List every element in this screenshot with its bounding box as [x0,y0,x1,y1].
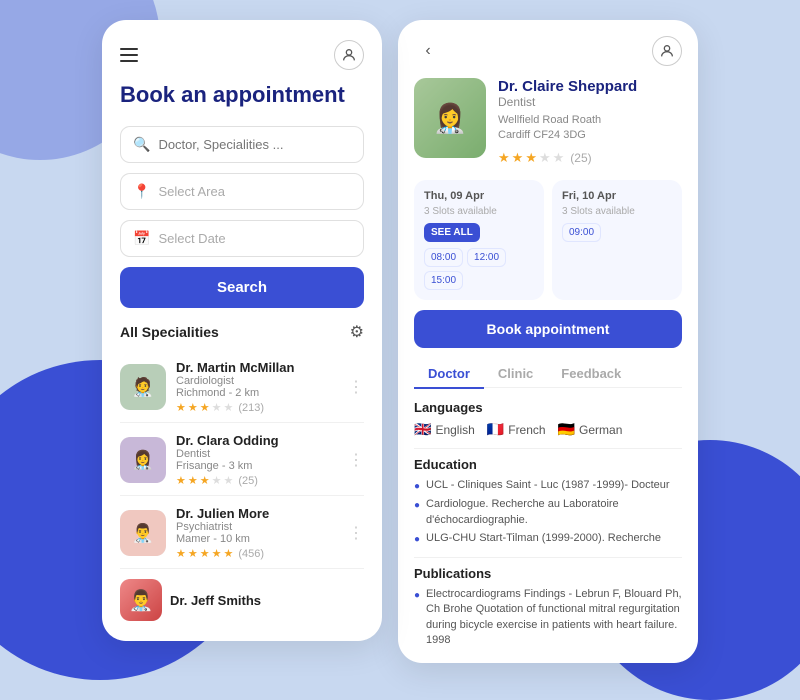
location-icon: 📍 [133,183,150,200]
doctor-rating: ★ ★ ★ ★ ★ (456) [176,547,338,560]
education-item: ● UCL - Cliniques Saint - Luc (1987 -199… [414,478,682,494]
tab-feedback[interactable]: Feedback [547,360,635,389]
specialities-header: All Specialities ⚙ [120,322,364,342]
doctor-name: Dr. Clara Odding [176,433,338,448]
doctor-profile-card: 👩‍⚕️ Dr. Claire Sheppard Dentist Wellfie… [414,78,682,166]
doctor-item[interactable]: 👨‍⚕️ Dr. Julien More Psychiatrist Mamer … [120,498,364,569]
education-list: ● UCL - Cliniques Saint - Luc (1987 -199… [414,478,682,547]
publication-item: ● Electrocardiograms Findings - Lebrun F… [414,587,682,649]
menu-icon[interactable] [120,48,138,62]
time-slot[interactable]: 08:00 [424,248,463,267]
doctor-info: Dr. Jeff Smiths [170,593,364,608]
languages-row: 🇬🇧 English 🇫🇷 French 🇩🇪 German [414,421,682,438]
education-item: ● ULG-CHU Start-Tilman (1999-2000). Rech… [414,531,682,547]
search-icon: 🔍 [133,136,150,153]
user-avatar-icon[interactable] [334,40,364,70]
book-appointment-button[interactable]: Book appointment [414,310,682,348]
time-slot[interactable]: 12:00 [467,248,506,267]
publications-section-title: Publications [414,566,682,581]
user-avatar-icon[interactable] [652,36,682,66]
doctor-avatar: 👨‍⚕️ [120,579,162,621]
doctor-avatar: 👩‍⚕️ [120,437,166,483]
doctor-info: Dr. Julien More Psychiatrist Mamer - 10 … [176,506,338,560]
day-label: Fri, 10 Apr [562,190,672,202]
slots-label: 3 Slots available [424,206,534,217]
doctor-info: Dr. Martin McMillan Cardiologist Richmon… [176,360,338,414]
doctor-speciality: Cardiologist [176,375,338,387]
publications-list: ● Electrocardiograms Findings - Lebrun F… [414,587,682,649]
doctor-name: Dr. Claire Sheppard [498,78,637,95]
page-title: Book an appointment [120,82,364,108]
back-button[interactable]: ‹ [414,37,442,65]
doctor-speciality: Psychiatrist [176,521,338,533]
doctor-profile-info: Dr. Claire Sheppard Dentist Wellfield Ro… [498,78,637,166]
filter-icon[interactable]: ⚙ [350,322,364,342]
time-slots: 08:00 12:00 15:00 [424,248,534,290]
see-all-button[interactable]: SEE ALL [424,223,480,242]
doctor-name: Dr. Martin McMillan [176,360,338,375]
doctor-location: Mamer - 10 km [176,533,338,545]
doctor-info: Dr. Clara Odding Dentist Frisange - 3 km… [176,433,338,487]
panels-container: Book an appointment 🔍 📍 Select Area 📅 Se… [0,0,800,620]
more-options-icon[interactable]: ⋮ [348,523,364,543]
more-options-icon[interactable]: ⋮ [348,450,364,470]
tab-clinic[interactable]: Clinic [484,360,547,389]
education-section-title: Education [414,457,682,472]
day-label: Thu, 09 Apr [424,190,534,202]
calendar-icon: 📅 [133,230,150,247]
more-options-icon[interactable]: ⋮ [348,377,364,397]
schedule-row: Thu, 09 Apr 3 Slots available SEE ALL 08… [414,180,682,300]
divider [414,557,682,558]
time-slot[interactable]: 15:00 [424,271,463,290]
doctor-name: Dr. Julien More [176,506,338,521]
time-slot[interactable]: 09:00 [562,223,601,242]
doctor-rating: ★ ★ ★ ★ ★ (213) [176,401,338,414]
doctor-search-input[interactable] [158,137,351,152]
doctor-search-field[interactable]: 🔍 [120,126,364,163]
schedule-day-thu: Thu, 09 Apr 3 Slots available SEE ALL 08… [414,180,544,300]
doctor-profile-image: 👩‍⚕️ [414,78,486,158]
left-panel-header [120,40,364,70]
right-panel: ‹ 👩‍⚕️ Dr. Claire Sheppard Dentist Wellf… [398,20,698,663]
education-item: ● Cardiologue. Recherche au Laboratoire … [414,497,682,528]
doctor-rating: ★ ★ ★ ★ ★ (25) [176,474,338,487]
tab-doctor[interactable]: Doctor [414,360,484,389]
doctor-location: Richmond - 2 km [176,387,338,399]
specialities-title: All Specialities [120,324,219,340]
doctor-item-partial[interactable]: 👨‍⚕️ Dr. Jeff Smiths [120,571,364,625]
doctor-list: 🧑‍⚕️ Dr. Martin McMillan Cardiologist Ri… [120,352,364,625]
language-french: 🇫🇷 French [487,421,546,438]
doctor-avatar: 👨‍⚕️ [120,510,166,556]
language-german: 🇩🇪 German [558,421,623,438]
doctor-speciality: Dentist [176,448,338,460]
tabs-row: Doctor Clinic Feedback [414,360,682,389]
time-slots: 09:00 [562,223,672,242]
doctor-item[interactable]: 🧑‍⚕️ Dr. Martin McMillan Cardiologist Ri… [120,352,364,423]
doctor-speciality: Dentist [498,95,637,109]
left-panel: Book an appointment 🔍 📍 Select Area 📅 Se… [102,20,382,641]
language-english: 🇬🇧 English [414,421,475,438]
slots-label: 3 Slots available [562,206,672,217]
date-select[interactable]: 📅 Select Date [120,220,364,257]
area-select[interactable]: 📍 Select Area [120,173,364,210]
languages-section-title: Languages [414,400,682,415]
divider [414,448,682,449]
doctor-address: Wellfield Road Roath Cardiff CF24 3DG [498,113,637,144]
doctor-name: Dr. Jeff Smiths [170,593,364,608]
doctor-rating: ★ ★ ★ ★ ★ (25) [498,150,637,166]
schedule-day-fri: Fri, 10 Apr 3 Slots available 09:00 [552,180,682,300]
right-panel-header: ‹ [414,36,682,66]
search-button[interactable]: Search [120,267,364,308]
doctor-item[interactable]: 👩‍⚕️ Dr. Clara Odding Dentist Frisange -… [120,425,364,496]
doctor-avatar: 🧑‍⚕️ [120,364,166,410]
doctor-location: Frisange - 3 km [176,460,338,472]
